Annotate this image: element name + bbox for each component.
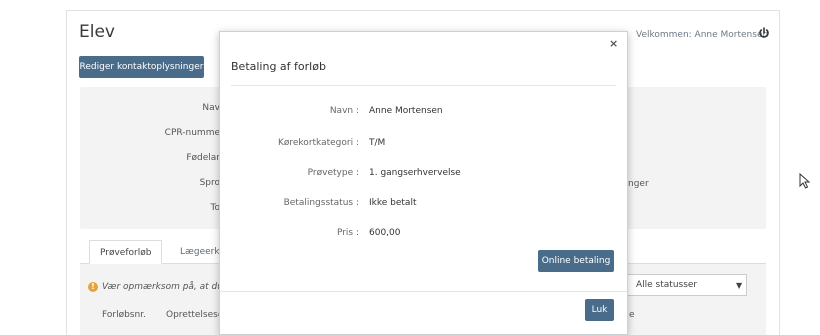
online-payment-button[interactable]: Online betaling — [538, 250, 614, 272]
row-label-category: Kørekortkategori : — [277, 138, 359, 148]
row-value-testtype: 1. gangserhvervelse — [369, 168, 461, 178]
payment-modal — [219, 31, 628, 335]
row-label-name: Navn : — [329, 106, 359, 116]
row-value-category: T/M — [369, 138, 386, 148]
modal-title: Betaling af forløb — [231, 60, 326, 73]
modal-footer-divider — [220, 291, 627, 292]
page: Elev Velkommen: Anne Mortensen Rediger k… — [0, 0, 820, 335]
row-label-price: Pris : — [336, 228, 359, 238]
close-button[interactable]: Luk — [585, 299, 614, 321]
close-icon[interactable]: × — [609, 37, 618, 50]
row-label-payment-status: Betalingsstatus : — [283, 198, 359, 208]
cursor-icon — [799, 173, 811, 189]
row-value-name: Anne Mortensen — [369, 106, 443, 116]
row-value-price: 600,00 — [369, 228, 401, 238]
row-value-payment-status: Ikke betalt — [369, 198, 417, 208]
row-label-testtype: Prøvetype : — [307, 168, 359, 178]
modal-divider — [231, 85, 616, 86]
